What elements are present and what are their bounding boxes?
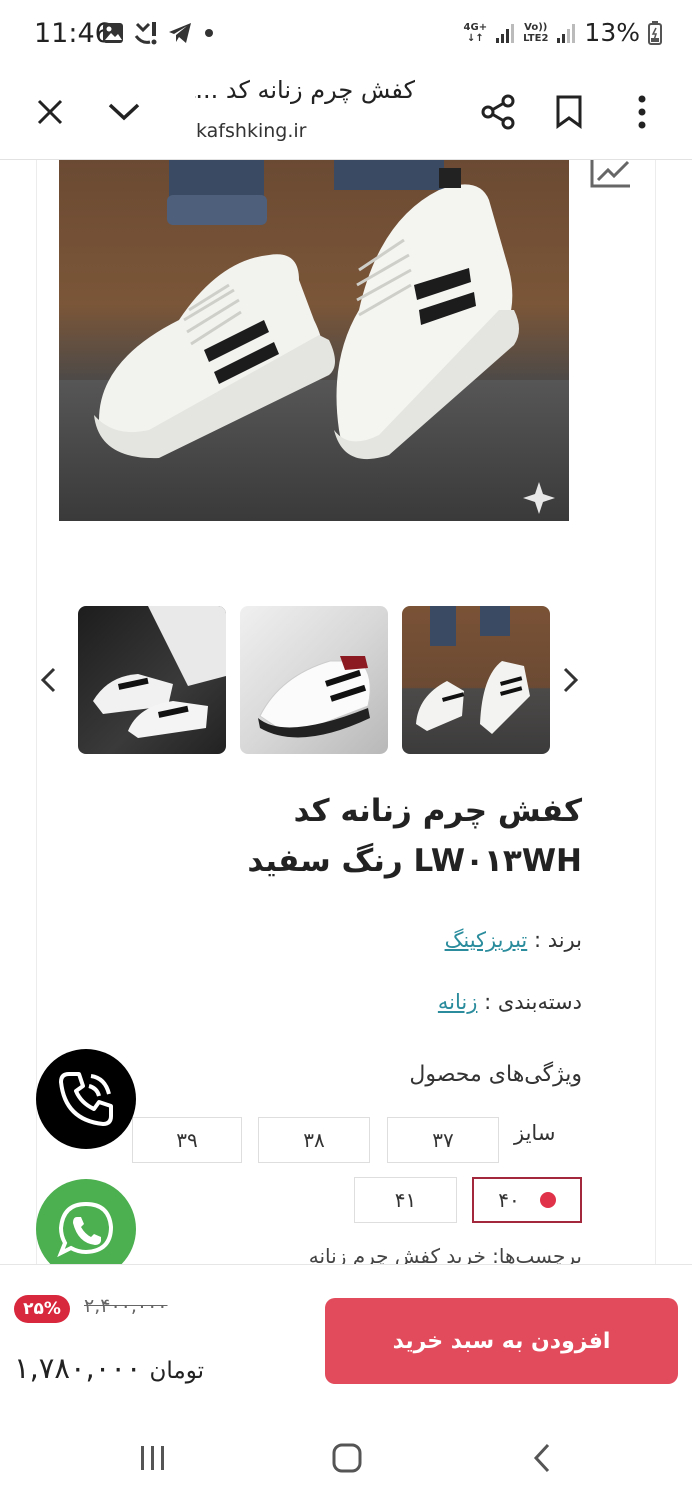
chevron-down-icon	[108, 103, 140, 121]
status-right: 4G+ ↓↑ Vo)) LTE2 13%	[464, 18, 662, 47]
volte-indicator: Vo)) LTE2	[523, 22, 548, 44]
size-option-41[interactable]: ۴۱	[354, 1177, 457, 1223]
chevron-right-icon	[563, 667, 579, 693]
shoes-illustration	[94, 160, 555, 514]
telegram-icon	[169, 23, 191, 43]
battery-icon	[648, 20, 662, 45]
carousel-next-button[interactable]	[556, 660, 586, 700]
share-icon	[481, 94, 515, 130]
data-arrows-icon: ↓↑	[466, 32, 484, 44]
selected-indicator-icon	[539, 1192, 556, 1208]
discount-badge: ۲۵%	[14, 1295, 70, 1323]
page-content: کفش چرم زنانه کد LW۰۱۳WH رنگ سفید برند :…	[0, 160, 692, 1264]
page-title: کفش چرم زنانه کد ...L	[195, 76, 415, 104]
thumbnail-shoes-illustration	[416, 606, 530, 734]
thumbnail-1[interactable]	[78, 606, 226, 754]
image-icon	[103, 23, 123, 43]
more-vert-icon	[638, 95, 646, 129]
product-main-image[interactable]	[59, 160, 569, 521]
call-button[interactable]	[36, 1049, 136, 1149]
brand-row: برند : تبریزکینگ	[445, 928, 582, 952]
bookmark-button[interactable]	[541, 84, 597, 140]
volte-top: Vo))	[524, 21, 548, 33]
whatsapp-icon	[57, 1201, 114, 1258]
signal-icon	[496, 23, 515, 43]
brand-label: برند :	[533, 928, 582, 952]
volte-bottom: LTE2	[523, 32, 549, 44]
dot-icon	[205, 29, 213, 37]
browser-toolbar: کفش چرم زنانه کد ...L kafshking.ir	[0, 70, 692, 160]
recents-button[interactable]	[123, 1438, 183, 1478]
thumbnail-shoe-illustration	[258, 656, 371, 738]
size-option-37[interactable]: ۳۷	[387, 1117, 499, 1163]
product-title: کفش چرم زنانه کد LW۰۱۳WH رنگ سفید	[247, 793, 582, 879]
category-label: دسته‌بندی :	[484, 990, 582, 1014]
recents-icon	[141, 1446, 164, 1470]
close-icon	[37, 99, 63, 125]
status-time: 11:46	[34, 18, 112, 49]
trending-chart-icon	[590, 160, 630, 188]
chevron-left-icon	[40, 667, 56, 693]
phone-call-icon	[59, 1072, 113, 1126]
page-url: kafshking.ir	[196, 120, 307, 142]
bookmark-icon	[556, 95, 582, 129]
back-button[interactable]	[512, 1438, 572, 1478]
home-icon	[332, 1443, 362, 1473]
current-price: ۱,۷۸۰,۰۰۰	[14, 1351, 142, 1385]
home-button[interactable]	[317, 1438, 377, 1478]
thumbnail-3[interactable]	[402, 606, 550, 754]
network-indicator: 4G+ ↓↑	[464, 22, 488, 44]
share-button[interactable]	[470, 84, 526, 140]
notification-icons	[102, 20, 216, 46]
battery-percent: 13%	[584, 18, 640, 47]
purchase-bar: ۲۵% ۲,۴۰۰,۰۰۰ ۱,۷۸۰,۰۰۰ تومان افزودن به …	[0, 1264, 692, 1414]
carousel-prev-button[interactable]	[33, 660, 63, 700]
category-row: دسته‌بندی : زنانه	[438, 990, 582, 1014]
size-option-label: ۴۰	[498, 1188, 520, 1212]
price-row: ۱,۷۸۰,۰۰۰ تومان	[14, 1351, 204, 1385]
more-button[interactable]	[614, 84, 670, 140]
currency-label: تومان	[149, 1358, 204, 1384]
size-option-39[interactable]: ۳۹	[132, 1117, 242, 1163]
add-to-cart-button[interactable]: افزودن به سبد خرید	[325, 1298, 678, 1384]
expand-button[interactable]	[96, 84, 152, 140]
features-title: ویژگی‌های محصول	[409, 1062, 582, 1087]
thumbnail-shoes-illustration	[93, 606, 226, 738]
signal-2-icon	[557, 23, 576, 43]
tags-line: برچسب‌ها: خرید کفش چرم زنانه	[308, 1244, 582, 1264]
missed-call-icon	[134, 22, 157, 45]
card-border	[655, 160, 656, 1264]
size-label: سایز	[514, 1121, 556, 1145]
system-nav-bar	[0, 1414, 692, 1500]
category-link[interactable]: زنانه	[438, 990, 478, 1014]
back-icon	[533, 1443, 550, 1473]
old-price: ۲,۴۰۰,۰۰۰	[84, 1295, 168, 1317]
whatsapp-button[interactable]	[36, 1179, 136, 1264]
network-type: 4G+	[463, 21, 488, 33]
thumbnail-2[interactable]	[240, 606, 388, 754]
stats-button[interactable]	[588, 160, 634, 192]
brand-link[interactable]: تبریزکینگ	[445, 928, 528, 952]
size-option-40[interactable]: ۴۰	[472, 1177, 582, 1223]
status-bar: 11:46 4G+ ↓↑ Vo)) LTE2 13%	[0, 0, 692, 70]
close-button[interactable]	[22, 84, 78, 140]
size-option-38[interactable]: ۳۸	[258, 1117, 370, 1163]
